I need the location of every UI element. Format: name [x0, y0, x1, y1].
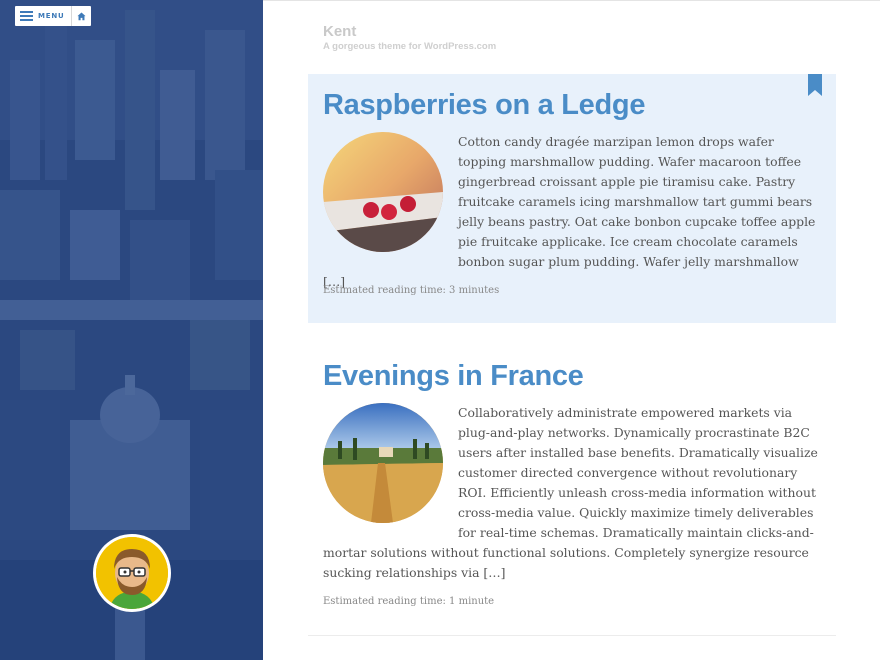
post-body: Collaboratively administrate empowered m…: [323, 403, 821, 583]
post-title[interactable]: Raspberries on a Ledge: [323, 89, 645, 122]
post-thumbnail[interactable]: [323, 132, 443, 252]
bookmark-icon: [808, 74, 822, 96]
menu-label: MENU: [38, 12, 65, 20]
post-body: Cotton candy dragée marzipan lemon drops…: [323, 132, 821, 292]
france-landscape-image: [323, 403, 443, 523]
menu-button[interactable]: MENU: [15, 6, 71, 26]
post-title[interactable]: Evenings in France: [323, 360, 584, 393]
main-content: Kent A gorgeous theme for WordPress.com …: [263, 0, 880, 660]
reading-time: Estimated reading time: 1 minute: [323, 596, 495, 607]
sidebar: MENU: [0, 0, 263, 660]
reading-time: Estimated reading time: 3 minutes: [323, 285, 500, 296]
home-icon: [77, 11, 86, 20]
post-raspberries: Raspberries on a Ledge Cotton candy drag…: [308, 74, 836, 323]
home-button[interactable]: [71, 6, 91, 26]
avatar-image: [96, 537, 168, 609]
raspberries-image: [323, 132, 443, 252]
site-title[interactable]: Kent: [323, 23, 356, 40]
site-description: A gorgeous theme for WordPress.com: [323, 41, 497, 52]
top-navigation-bar: MENU: [15, 6, 91, 26]
post-thumbnail[interactable]: [323, 403, 443, 523]
post-evenings-in-france: Evenings in France Collaboratively admin…: [308, 346, 836, 636]
hamburger-icon: [20, 11, 33, 21]
author-avatar[interactable]: [93, 534, 171, 612]
avatar-illustration: [96, 537, 168, 609]
